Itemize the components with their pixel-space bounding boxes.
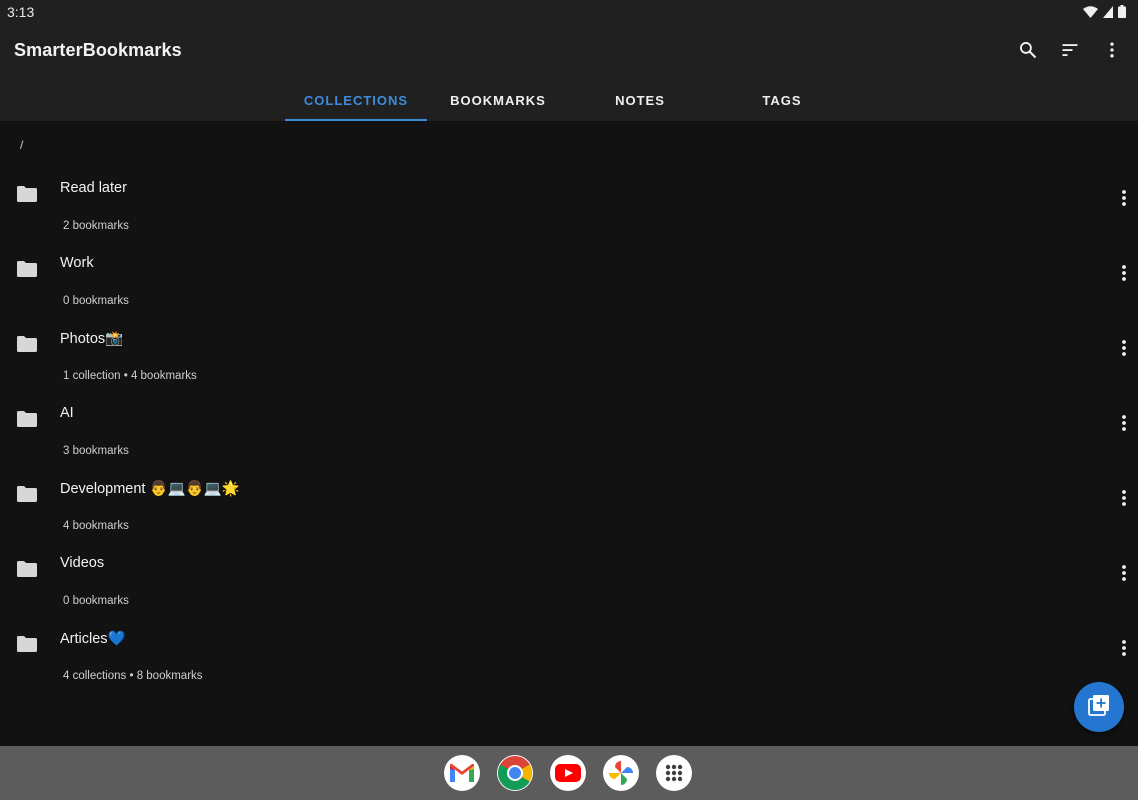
app-title: SmarterBookmarks	[14, 40, 182, 61]
folder-icon	[17, 636, 37, 657]
collection-name: Read later	[60, 180, 127, 196]
tab-tags[interactable]: TAGS	[711, 88, 853, 121]
taskbar	[0, 746, 1138, 800]
list-item[interactable]: Articles💙 4 collections • 8 bookmarks	[0, 615, 1138, 690]
chrome-icon[interactable]	[497, 755, 533, 791]
folder-icon	[17, 186, 37, 207]
tab-notes[interactable]: NOTES	[569, 88, 711, 121]
sort-icon[interactable]	[1058, 38, 1082, 62]
collection-meta: 0 bookmarks	[63, 595, 129, 607]
folder-icon	[17, 336, 37, 357]
app-bar: SmarterBookmarks COLLECTIONS BOOKMARKS N…	[0, 24, 1138, 121]
list-item[interactable]: Videos 0 bookmarks	[0, 540, 1138, 615]
gmail-icon[interactable]	[444, 755, 480, 791]
tab-bookmarks[interactable]: BOOKMARKS	[427, 88, 569, 121]
tab-bar: COLLECTIONS BOOKMARKS NOTES TAGS	[285, 88, 853, 121]
signal-icon	[1103, 5, 1113, 23]
more-vert-icon[interactable]	[1121, 265, 1127, 286]
folder-icon	[17, 261, 37, 282]
collection-meta: 0 bookmarks	[63, 295, 129, 307]
status-time: 3:13	[7, 4, 34, 20]
collection-meta: 2 bookmarks	[63, 220, 129, 232]
photos-icon[interactable]	[603, 755, 639, 791]
add-collection-icon	[1088, 694, 1110, 721]
collection-name: Articles💙	[60, 630, 126, 647]
more-vert-icon[interactable]	[1121, 640, 1127, 661]
more-vert-icon[interactable]	[1100, 38, 1124, 62]
list-item[interactable]: Work 0 bookmarks	[0, 240, 1138, 315]
collection-meta: 4 collections • 8 bookmarks	[63, 670, 203, 682]
list-item[interactable]: AI 3 bookmarks	[0, 390, 1138, 465]
tab-collections[interactable]: COLLECTIONS	[285, 88, 427, 121]
breadcrumb[interactable]: /	[20, 138, 23, 152]
search-icon[interactable]	[1016, 38, 1040, 62]
collection-name: AI	[60, 405, 74, 421]
more-vert-icon[interactable]	[1121, 415, 1127, 436]
list-item[interactable]: Read later 2 bookmarks	[0, 165, 1138, 240]
system-icons	[1083, 5, 1126, 23]
wifi-icon	[1083, 5, 1098, 23]
list-item[interactable]: Development 👨💻👨💻🌟 4 bookmarks	[0, 465, 1138, 540]
collection-name: Videos	[60, 555, 104, 571]
collection-name: Photos📸	[60, 330, 123, 347]
battery-icon	[1118, 5, 1126, 23]
collection-meta: 4 bookmarks	[63, 520, 129, 532]
more-vert-icon[interactable]	[1121, 190, 1127, 211]
app-bar-actions	[1016, 38, 1124, 62]
collections-list: Read later 2 bookmarks Work 0 bookmarks …	[0, 165, 1138, 690]
youtube-icon[interactable]	[550, 755, 586, 791]
list-item[interactable]: Photos📸 1 collection • 4 bookmarks	[0, 315, 1138, 390]
more-vert-icon[interactable]	[1121, 565, 1127, 586]
status-bar: 3:13	[0, 0, 1138, 24]
collection-name: Work	[60, 255, 94, 271]
add-collection-button[interactable]	[1074, 682, 1124, 732]
folder-icon	[17, 411, 37, 432]
folder-icon	[17, 486, 37, 507]
collection-name: Development 👨💻👨💻🌟	[60, 480, 240, 497]
more-vert-icon[interactable]	[1121, 490, 1127, 511]
collection-meta: 3 bookmarks	[63, 445, 129, 457]
collection-meta: 1 collection • 4 bookmarks	[63, 370, 197, 382]
folder-icon	[17, 561, 37, 582]
app-drawer-icon[interactable]	[656, 755, 692, 791]
app-dock	[444, 755, 692, 791]
more-vert-icon[interactable]	[1121, 340, 1127, 361]
